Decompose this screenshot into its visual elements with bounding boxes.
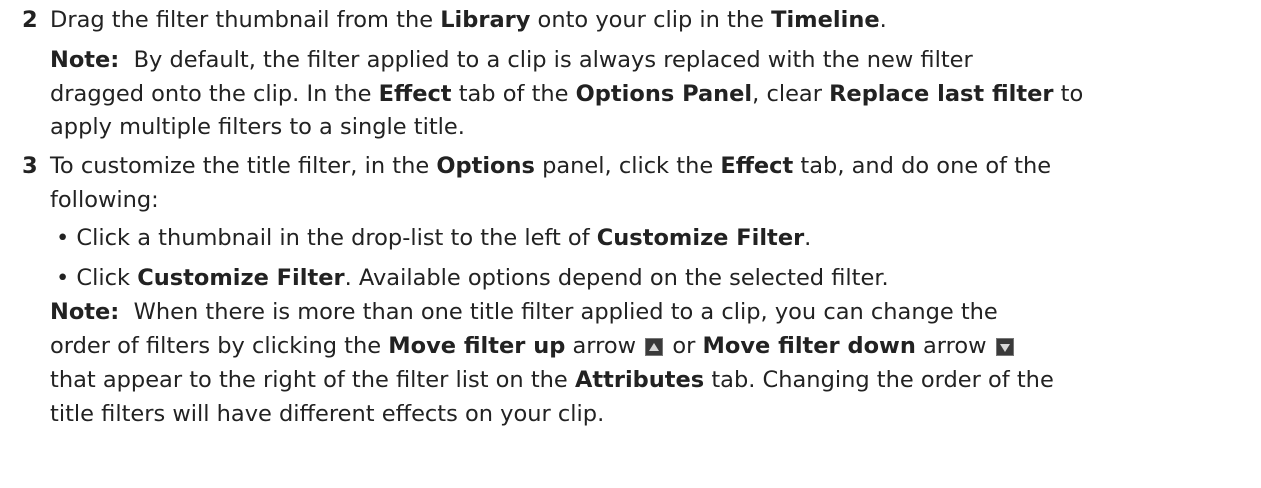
move-filter-down-icon [995,338,1014,356]
step-2-note-line-2: dragged onto the clip. In the Effect tab… [50,81,1084,107]
bullet-item-2: • Click Customize Filter. Available opti… [56,265,889,291]
step-3-note-line-4: title filters will have different effect… [50,401,605,427]
step-3-text-line-1: To customize the title filter, in the Op… [50,153,1052,179]
step-2-note-line-3: apply multiple filters to a single title… [50,114,465,140]
step-3-note-line-3: that appear to the right of the filter l… [50,367,1054,393]
library-term: Library [440,7,531,33]
step-number-3: 3 [22,153,38,179]
note-label: Note: [50,299,120,325]
note-label: Note: [50,47,120,73]
step-number-2: 2 [22,7,38,33]
move-filter-up-icon [645,338,664,356]
step-3-note-line-1: Note: When there is more than one title … [50,299,998,325]
timeline-term: Timeline [771,7,880,33]
step-2-text: Drag the filter thumbnail from the Libra… [50,7,887,33]
document-page: 2 Drag the filter thumbnail from the Lib… [0,0,1261,488]
bullet-item-1: • Click a thumbnail in the drop-list to … [56,225,812,251]
step-2-note-line-1: Note: By default, the filter applied to … [50,47,973,73]
step-3-note-line-2: order of filters by clicking the Move fi… [50,332,1016,360]
step-3-text-line-2: following: [50,187,159,213]
